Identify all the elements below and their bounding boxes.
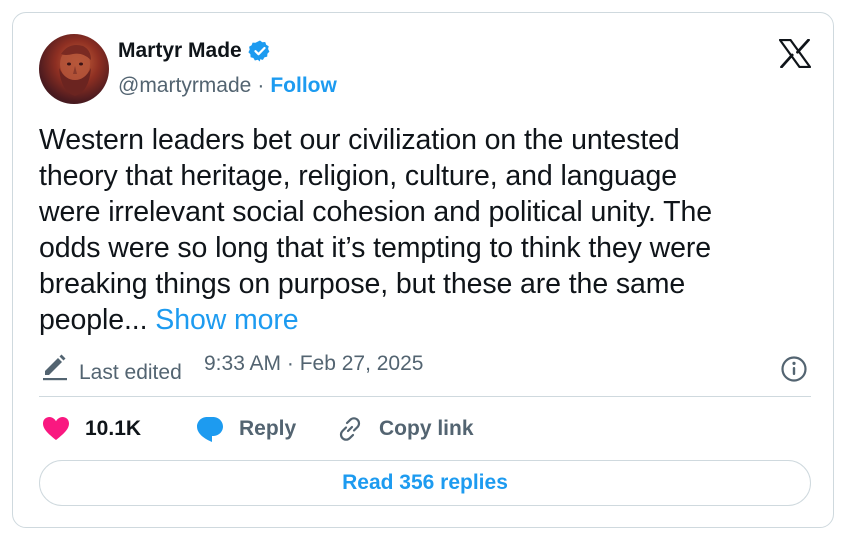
tweet-line: theory that heritage, religion, culture,… [39,160,677,192]
separator-dot: · [257,74,265,97]
like-button[interactable]: 10.1K [41,409,141,449]
timestamp[interactable]: 9:33 AM · Feb 27, 2025 [204,352,423,376]
tweet-actions: 10.1K Reply Copy link [39,409,815,449]
author-handle-row: @martyrmade · Follow [118,74,337,98]
author-name-row: Martyr Made [118,39,272,63]
tweet-text: Western leaders bet our civilization on … [39,122,799,338]
tweet-line: odds were so long that it’s tempting to … [39,232,712,264]
tweet-meta: Last edited 9:33 AM · Feb 27, 2025 [39,349,815,389]
reply-button[interactable]: Reply [195,409,296,449]
edit-pencil-icon [43,354,67,381]
x-logo-icon[interactable] [779,39,811,68]
tweet-card: Martyr Made @martyrmade · Follow Western… [12,12,834,528]
verified-badge-icon [248,40,270,62]
avatar[interactable] [39,34,109,104]
tweet-line-last: people... Show more [39,302,799,338]
tweet-line: Western leaders bet our civilization on … [39,124,680,156]
author-name[interactable]: Martyr Made [118,39,242,63]
like-count: 10.1K [85,417,142,440]
tweet-line: people... [39,304,148,336]
reply-bubble-icon [197,417,223,442]
tweet-line: breaking things on purpose, but these ar… [39,268,686,300]
tweet-line: were irrelevant social cohesion and poli… [39,196,712,228]
link-icon [339,417,361,441]
author-handle[interactable]: @martyrmade [118,74,251,98]
heart-icon [43,417,69,440]
follow-button[interactable]: Follow [270,74,337,98]
copy-link-label: Copy link [379,417,474,440]
copy-link-button[interactable]: Copy link [335,409,474,449]
bearded-head-portrait-icon [59,45,91,96]
info-icon[interactable] [780,355,808,383]
show-more-link[interactable]: Show more [155,304,298,336]
last-edited-label[interactable]: Last edited [79,361,182,385]
divider [39,396,811,397]
reply-label: Reply [239,417,297,440]
read-replies-button[interactable]: Read 356 replies [39,460,811,506]
